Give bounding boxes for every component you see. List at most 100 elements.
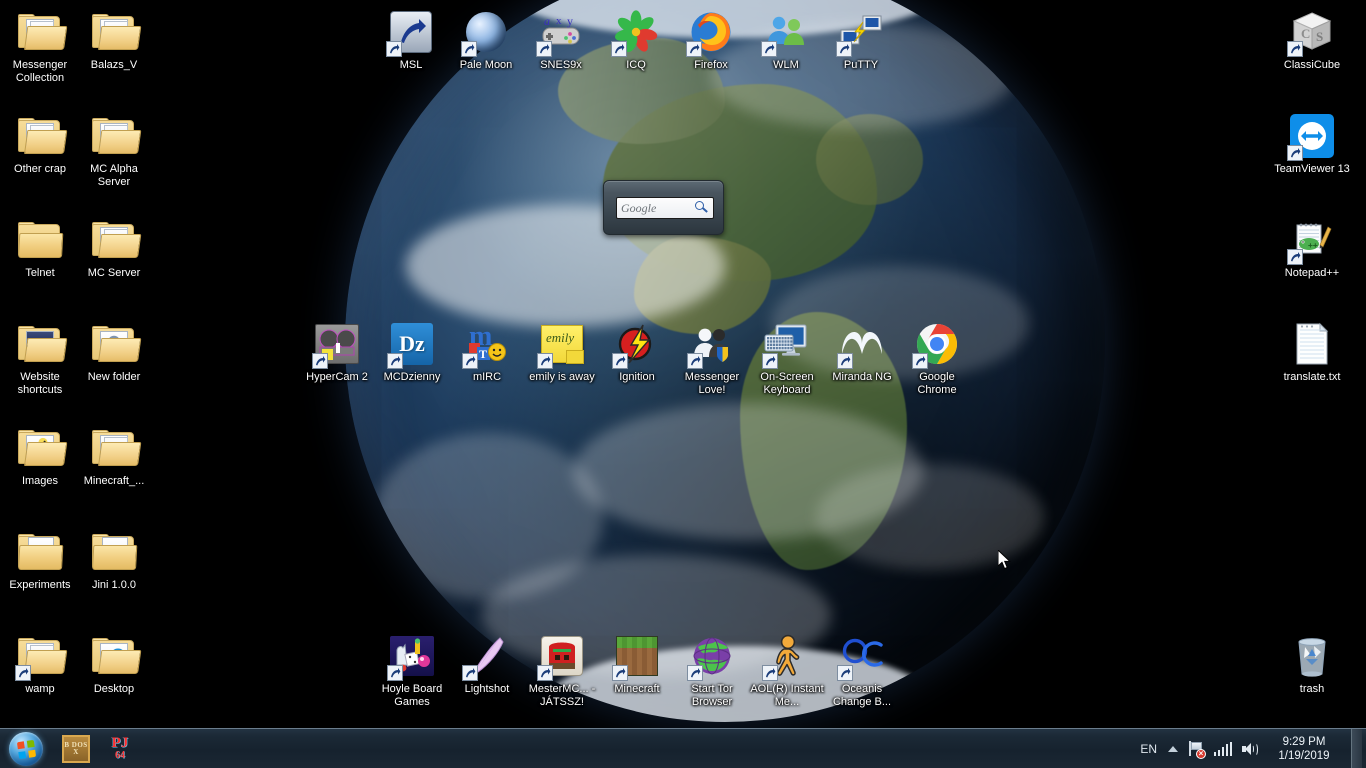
google-search-gadget[interactable]: Google (603, 180, 724, 235)
shortcut-overlay-icon (462, 665, 478, 681)
desktop-icon-mc-alpha-server[interactable]: MC Alpha Server (76, 112, 152, 188)
desktop-icon-experiments[interactable]: Experiments (2, 528, 78, 592)
taskbar[interactable]: B DOS X PJ 64 EN × 9:29 PM 1/19/2019 (0, 728, 1366, 768)
lightshot-icon (462, 632, 511, 681)
desktop-icon-mcdzienny[interactable]: Dz MCDzienny (374, 320, 450, 384)
dosbox-icon: B DOS X (62, 734, 90, 763)
chevron-up-icon[interactable] (1168, 746, 1178, 752)
folder-open-icon (15, 632, 68, 681)
desktop[interactable]: Messenger Collection Balazs_V Other crap MC… (0, 0, 1366, 768)
search-placeholder: Google (621, 200, 657, 215)
clock-time: 9:29 PM (1282, 736, 1326, 748)
system-tray[interactable]: EN × 9:29 PM 1/19/2019 (1140, 729, 1366, 768)
desktop-icon-website-shortcuts[interactable]: Website shortcuts (2, 320, 78, 396)
language-indicator[interactable]: EN (1140, 742, 1157, 756)
desktop-icon-mestermc-j-tssz[interactable]: MesterMC... - JÁTSSZ! (524, 632, 600, 708)
oskeyboard-icon (762, 320, 811, 369)
desktop-icon-hypercam-2[interactable]: HyperCam 2 (299, 320, 375, 384)
desktop-icon-desktop[interactable]: Desktop (76, 632, 152, 696)
shortcut-overlay-icon (387, 353, 403, 369)
desktop-icon-minecraft[interactable]: Minecraft_... (76, 424, 152, 488)
svg-text:emily: emily (546, 330, 574, 345)
shortcut-overlay-icon (1287, 249, 1303, 265)
desktop-icon-telnet[interactable]: Telnet (2, 216, 78, 280)
desktop-icon-label: TeamViewer 13 (1274, 163, 1350, 175)
desktop-icon-wamp[interactable]: wamp (2, 632, 78, 696)
putty-icon (836, 8, 885, 57)
desktop-icon-oceanis-change-b[interactable]: Oceanis Change B... (824, 632, 900, 708)
desktop-icon-label: Hoyle Board Games (381, 683, 443, 708)
desktop-icon-label: emily is away (529, 371, 595, 383)
classicube-icon: CS (1287, 8, 1336, 57)
shortcut-overlay-icon (612, 353, 628, 369)
desktop-icon-notepad[interactable]: ++ Notepad++ (1274, 216, 1350, 280)
shortcut-overlay-icon (1287, 145, 1303, 161)
desktop-icon-putty[interactable]: PuTTY (823, 8, 899, 72)
clock[interactable]: 9:29 PM 1/19/2019 (1268, 735, 1340, 763)
desktop-icon-messenger-love[interactable]: Messenger Love! (674, 320, 750, 396)
desktop-icon-aol-r-instant-me[interactable]: AOL(R) Instant Me... (749, 632, 825, 708)
oceanis-icon (837, 632, 886, 681)
desktop-icon-wlm[interactable]: WLM (748, 8, 824, 72)
desktop-icon-mirc[interactable]: m T mIRC (449, 320, 525, 384)
desktop-icon-label: Minecraft (614, 683, 660, 695)
desktop-icon-msl[interactable]: MSL (373, 8, 449, 72)
desktop-icon-minecraft[interactable]: Minecraft (599, 632, 675, 696)
dosbox-icon-text: B DOS X (64, 740, 88, 756)
shortcut-overlay-icon (462, 353, 478, 369)
windows-logo-icon (9, 732, 43, 766)
shortcut-overlay-icon (387, 665, 403, 681)
desktop-icon-icq[interactable]: ICQ (598, 8, 674, 72)
desktop-icon-pale-moon[interactable]: Pale Moon (448, 8, 524, 72)
desktop-icon-label: PuTTY (843, 59, 879, 71)
wlm-icon (761, 8, 810, 57)
shortcut-overlay-icon (686, 41, 702, 57)
svg-text:a: a (544, 14, 550, 28)
volume-speaker-icon[interactable] (1241, 741, 1259, 757)
desktop-icon-balazs-v[interactable]: Balazs_V (76, 8, 152, 72)
desktop-icon-emily-is-away[interactable]: emily emily is away (524, 320, 600, 384)
magnifier-icon[interactable] (695, 201, 709, 215)
desktop-icon-classicube[interactable]: C S ClassiCube (1274, 8, 1350, 72)
desktop-icon-firefox[interactable]: Firefox (673, 8, 749, 72)
action-center-flag-icon[interactable]: × (1187, 740, 1206, 759)
recyclebin-icon (1288, 632, 1336, 680)
desktop-icon-label: Miranda NG (832, 371, 892, 383)
emily-icon: emily (537, 320, 586, 369)
taskbar-item-dosbox[interactable]: B DOS X (56, 732, 96, 766)
desktop-icon-miranda-ng[interactable]: Miranda NG (824, 320, 900, 384)
desktop-icon-jini-1-0-0[interactable]: Jini 1.0.0 (76, 528, 152, 592)
desktop-icon-ignition[interactable]: Ignition (599, 320, 675, 384)
palemoon-icon (461, 8, 510, 57)
desktop-icon-google-chrome[interactable]: Google Chrome (899, 320, 975, 396)
folder-gears-icon (90, 320, 142, 368)
firefox-icon (686, 8, 735, 57)
taskbar-item-project64[interactable]: PJ 64 (100, 732, 140, 766)
desktop-icon-label: Images (21, 475, 59, 487)
desktop-icon-translate-txt[interactable]: translate.txt (1274, 320, 1350, 384)
gadget-search-input[interactable]: Google (616, 197, 714, 219)
tor-icon (687, 632, 736, 681)
start-button[interactable] (3, 730, 49, 768)
desktop-icon-lightshot[interactable]: Lightshot (449, 632, 525, 696)
network-signal-icon[interactable] (1214, 742, 1233, 756)
desktop-icon-hoyle-board-games[interactable]: Hoyle Board Games (374, 632, 450, 708)
shortcut-overlay-icon (312, 353, 328, 369)
messengerlove-icon (687, 320, 736, 369)
desktop-icon-other-crap[interactable]: Other crap (2, 112, 78, 176)
folder-open-icon (90, 424, 142, 472)
show-desktop-button[interactable] (1351, 729, 1362, 768)
desktop-icon-label: translate.txt (1283, 371, 1341, 383)
desktop-icon-on-screen-keyboard[interactable]: On-Screen Keyboard (749, 320, 825, 396)
desktop-icon-images[interactable]: Images (2, 424, 78, 488)
desktop-icon-label: MesterMC... - JÁTSSZ! (528, 683, 596, 708)
desktop-icon-start-tor-browser[interactable]: Start Tor Browser (674, 632, 750, 708)
desktop-icon-trash[interactable]: trash (1274, 632, 1350, 696)
desktop-icon-teamviewer-13[interactable]: TeamViewer 13 (1274, 112, 1350, 176)
desktop-icon-mc-server[interactable]: MC Server (76, 216, 152, 280)
desktop-icon-new-folder[interactable]: New folder (76, 320, 152, 384)
desktop-icon-messenger-collection[interactable]: Messenger Collection (2, 8, 78, 84)
svg-text:++: ++ (1308, 241, 1318, 250)
msl-icon (386, 8, 435, 57)
desktop-icon-snes9x[interactable]: a x y SNES9x (523, 8, 599, 72)
